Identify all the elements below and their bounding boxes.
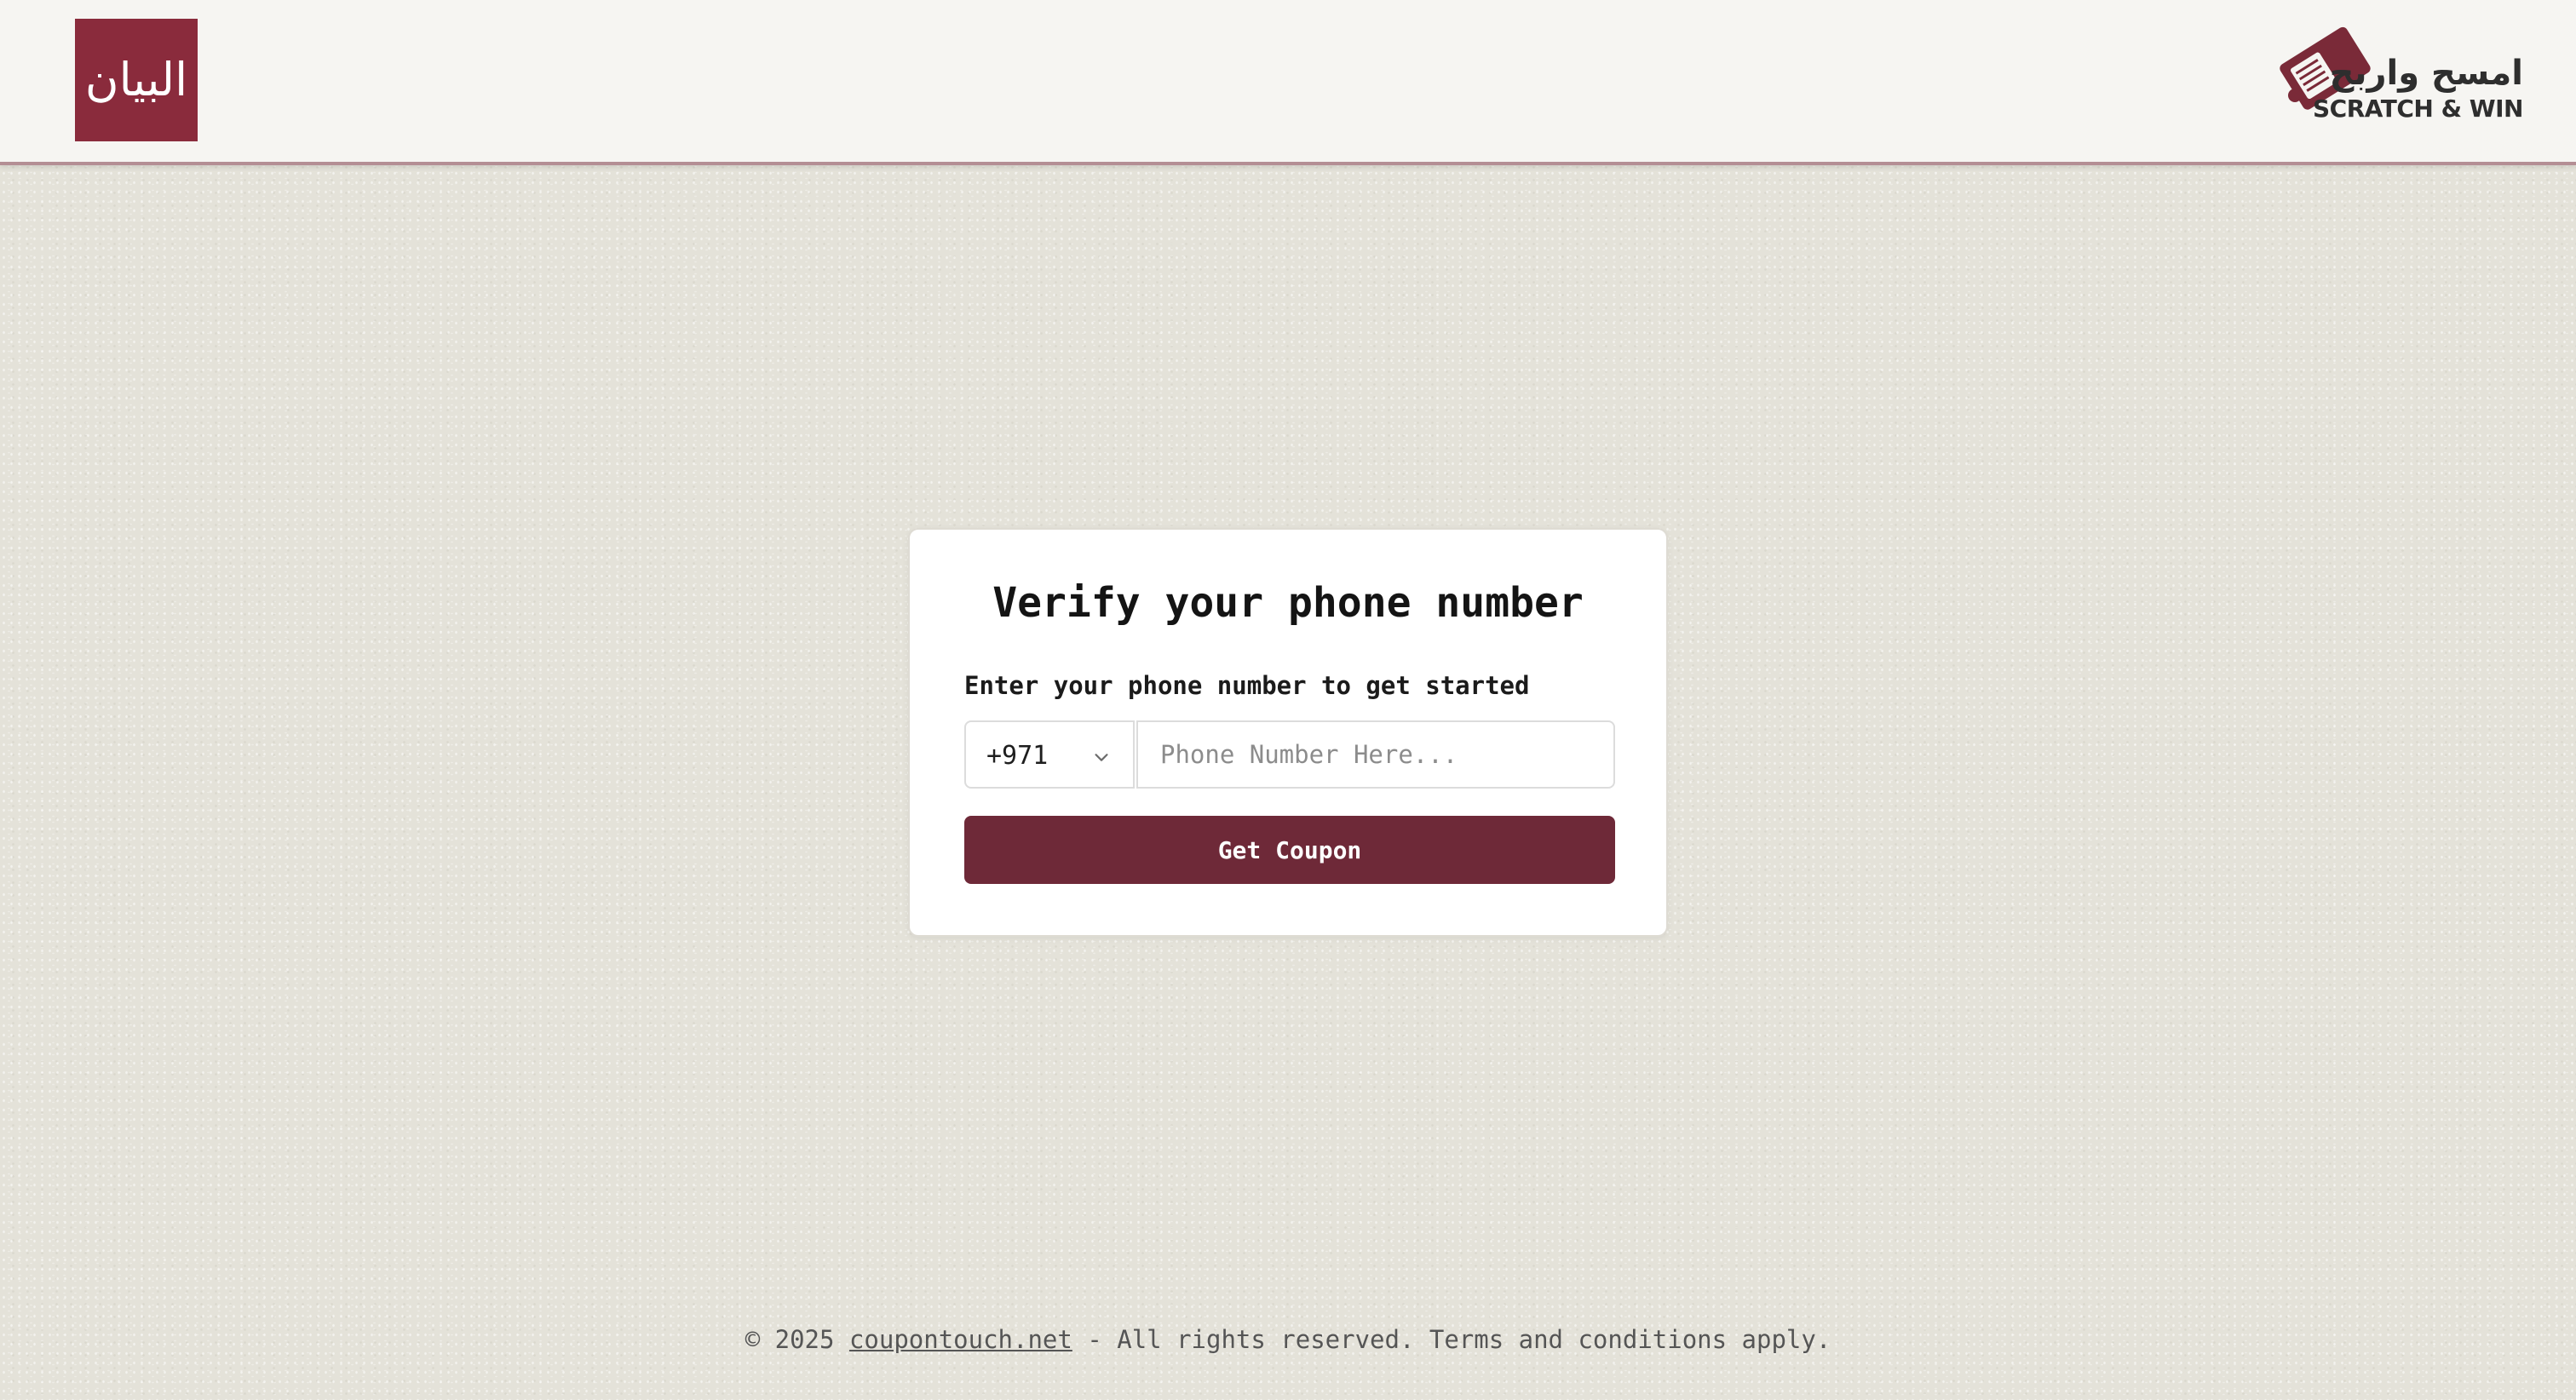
phone-field-label: Enter your phone number to get started [964,671,1530,700]
get-coupon-button[interactable]: Get Coupon [964,816,1615,884]
scratch-logo-english-text: SCRATCH & WIN [2312,95,2524,123]
footer-rights-text: - All rights reserved. Terms and conditi… [1087,1325,1831,1354]
footer: © 2025 coupontouch.net - All rights rese… [0,1325,2576,1355]
country-code-value: +971 [986,741,1049,771]
chevron-down-icon [1095,754,1108,761]
verify-phone-card: Verify your phone number Enter your phon… [908,528,1668,937]
footer-site-link[interactable]: coupontouch.net [849,1325,1072,1354]
page-title: Verify your phone number [992,579,1584,627]
phone-number-input[interactable] [1136,720,1615,789]
brand-logo[interactable]: البيان [75,19,198,141]
country-code-select[interactable]: +971 [964,720,1135,789]
footer-copyright: © 2025 [745,1325,835,1354]
scratch-and-win-logo: امسح واربح SCRATCH & WIN [2273,12,2528,126]
brand-logo-text: البيان [84,53,188,106]
scratch-logo-arabic-text: امسح واربح [2329,54,2523,93]
site-header: البيان امسح واربح SCRATCH & WIN [0,0,2576,165]
